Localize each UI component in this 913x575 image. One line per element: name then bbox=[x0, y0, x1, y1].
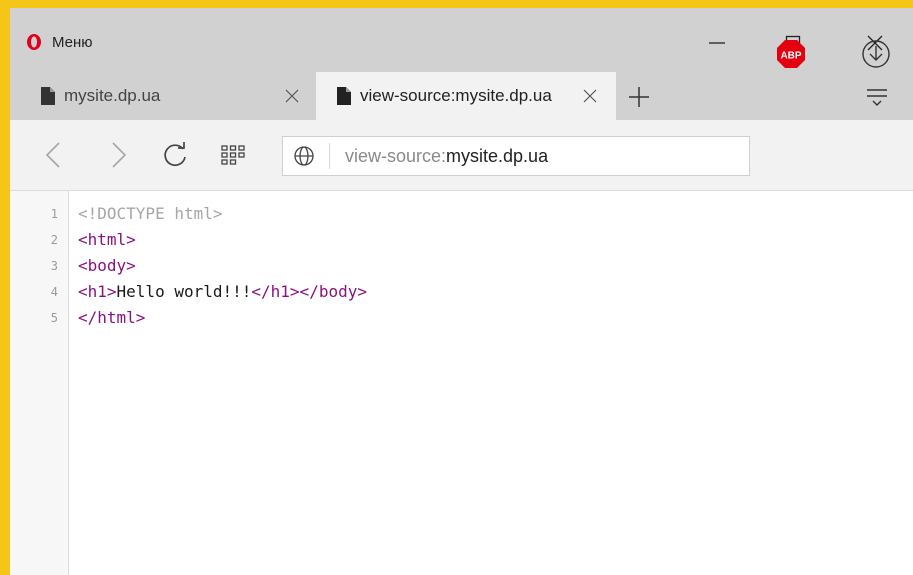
browser-window: Меню mysite.dp.ua view-source:mysite.dp.… bbox=[10, 8, 913, 575]
source-code: <!DOCTYPE html> bbox=[78, 204, 223, 223]
address-host: mysite.dp.ua bbox=[446, 146, 549, 166]
close-icon bbox=[583, 89, 597, 103]
source-line: 5 </html> bbox=[10, 305, 913, 331]
close-icon bbox=[285, 89, 299, 103]
document-icon bbox=[41, 87, 55, 105]
adblock-plus-button[interactable]: ABP bbox=[776, 39, 806, 69]
globe-icon bbox=[294, 146, 314, 166]
minimize-button[interactable] bbox=[702, 30, 732, 56]
address-prefix: view-source: bbox=[345, 146, 447, 166]
source-line: 2 <html> bbox=[10, 227, 913, 253]
address-bar[interactable]: view-source:mysite.dp.ua bbox=[282, 136, 750, 176]
tab-title: mysite.dp.ua bbox=[64, 86, 161, 105]
source-line: 3 <body> bbox=[10, 253, 913, 279]
reload-button[interactable] bbox=[158, 138, 192, 172]
opera-menu-button[interactable]: Меню bbox=[26, 32, 93, 52]
plus-icon bbox=[629, 87, 649, 107]
text-content: Hello world!!! bbox=[116, 282, 252, 301]
source-code: <h1>Hello world!!!</h1></body> bbox=[78, 282, 367, 301]
navigation-toolbar: view-source:mysite.dp.ua bbox=[10, 120, 913, 191]
download-icon bbox=[862, 40, 890, 68]
minimize-icon bbox=[709, 42, 725, 44]
document-icon bbox=[337, 87, 351, 105]
downloads-button[interactable] bbox=[860, 38, 892, 70]
source-code: </html> bbox=[78, 308, 146, 327]
abp-icon: ABP bbox=[777, 40, 805, 68]
back-button[interactable] bbox=[36, 138, 70, 172]
opera-logo-icon bbox=[27, 34, 41, 50]
toolbar-separator bbox=[842, 38, 843, 70]
tab-close-button[interactable] bbox=[282, 86, 302, 106]
tab-mysite[interactable]: mysite.dp.ua bbox=[20, 72, 316, 120]
tab-bar: mysite.dp.ua view-source:mysite.dp.ua bbox=[10, 68, 913, 120]
line-number: 3 bbox=[50, 259, 58, 273]
speed-dial-button[interactable] bbox=[216, 138, 250, 172]
source-code: <body> bbox=[78, 256, 136, 275]
line-number: 1 bbox=[50, 207, 58, 221]
abp-label: ABP bbox=[780, 51, 801, 62]
tab-close-button[interactable] bbox=[580, 86, 600, 106]
reload-icon bbox=[164, 142, 186, 167]
forward-button[interactable] bbox=[102, 138, 136, 172]
tab-menu-icon bbox=[867, 89, 887, 106]
menu-label: Меню bbox=[52, 33, 93, 51]
line-number: 4 bbox=[50, 285, 58, 299]
line-number: 2 bbox=[50, 233, 58, 247]
tab-view-source[interactable]: view-source:mysite.dp.ua bbox=[316, 72, 616, 120]
source-view: 1 <!DOCTYPE html> 2 <html> 3 <body> 4 <h… bbox=[10, 191, 913, 575]
address-text[interactable]: view-source:mysite.dp.ua bbox=[345, 146, 548, 167]
tab-title: view-source:mysite.dp.ua bbox=[360, 86, 552, 105]
source-code: <html> bbox=[78, 230, 136, 249]
tab-menu-button[interactable] bbox=[863, 82, 891, 110]
chevron-right-icon bbox=[112, 142, 127, 168]
line-number: 5 bbox=[50, 311, 58, 325]
open-tag: <h1> bbox=[78, 282, 117, 301]
source-line: 1 <!DOCTYPE html> bbox=[10, 201, 913, 227]
new-tab-button[interactable] bbox=[626, 84, 652, 110]
address-divider bbox=[329, 143, 330, 169]
source-line: 4 <h1>Hello world!!!</h1></body> bbox=[10, 279, 913, 305]
close-tags: </h1></body> bbox=[251, 282, 367, 301]
chevron-left-icon bbox=[45, 142, 60, 168]
grid-icon bbox=[221, 145, 245, 165]
